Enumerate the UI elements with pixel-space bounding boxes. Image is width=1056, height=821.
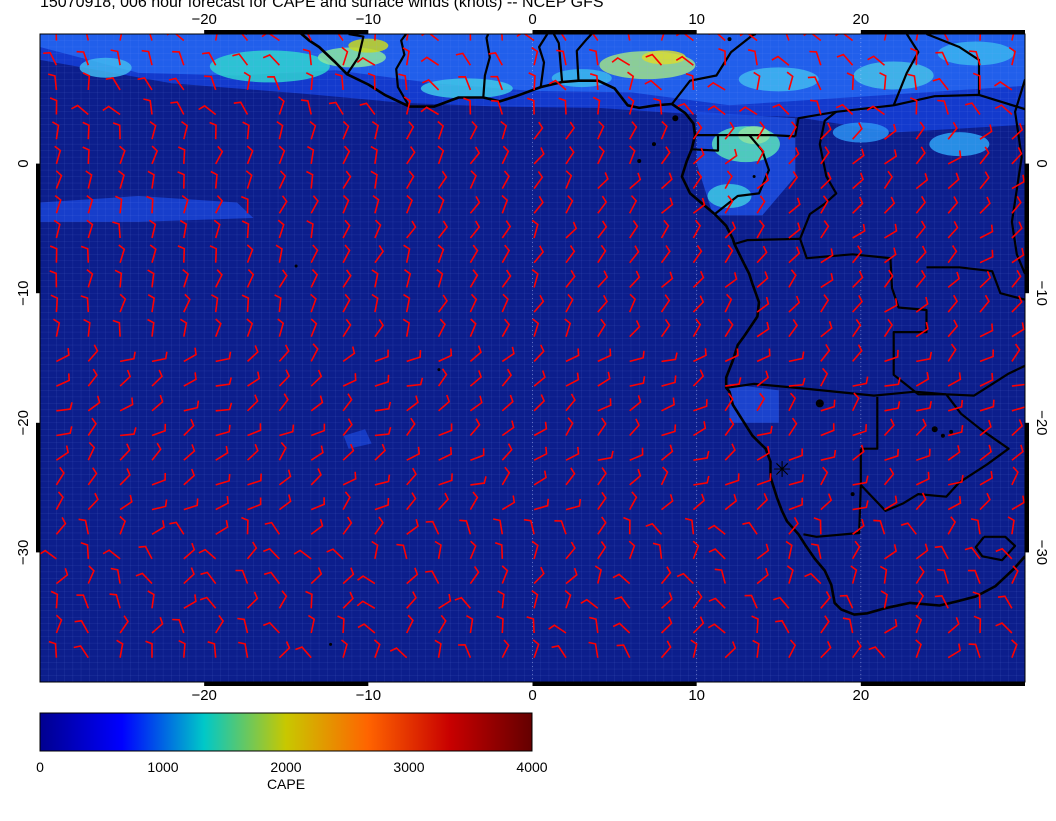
map-panel: ✳ −20 −20 −10 −10 0 0 10 10 20 20 0 0 −10 −10 −20 −20 −3…	[0, 0, 1056, 704]
island-marker	[329, 642, 333, 646]
island-marker	[931, 426, 938, 433]
lat-tick-label-right: −30	[1033, 540, 1050, 565]
calm-marker: ✳	[773, 457, 791, 482]
lon-tick-label-top: 20	[852, 11, 869, 28]
island-marker	[294, 264, 298, 268]
frame-segment	[532, 682, 697, 686]
island-marker	[752, 175, 756, 179]
frame-segment	[532, 30, 697, 34]
lat-tick-label-left: −10	[15, 280, 32, 305]
lon-tick-label-top: −10	[356, 11, 381, 28]
colorbar-gradient	[39, 712, 533, 752]
colorbar-panel: 0 1000 2000 3000 4000 CAPE	[0, 700, 1056, 816]
colorbar-tick-label: 0	[36, 759, 44, 775]
lon-tick-label-bottom: −20	[191, 687, 216, 700]
lon-tick-label-top: 10	[688, 11, 705, 28]
frame-segment	[36, 163, 40, 294]
lon-tick-label-bottom: 0	[528, 687, 536, 700]
colorbar-ticks: 0 1000 2000 3000 4000	[36, 759, 548, 775]
island-marker	[651, 142, 656, 147]
lon-tick-label-top: −20	[191, 11, 216, 28]
lon-tick-label-bottom: 10	[688, 687, 705, 700]
island-marker	[637, 159, 642, 164]
colorbar-tick-label: 1000	[147, 759, 178, 775]
lat-tick-label-left: −30	[15, 540, 32, 565]
frame-segment	[860, 682, 1025, 686]
island-marker	[949, 429, 954, 434]
cape-colorbar: 0 1000 2000 3000 4000 CAPE	[36, 712, 548, 792]
lon-tick-label-bottom: −10	[356, 687, 381, 700]
grid-lines	[40, 34, 1025, 682]
island-marker	[727, 37, 732, 42]
frame-segment	[1025, 422, 1029, 553]
lat-tick-label-left: −20	[15, 410, 32, 435]
colorbar-tick-label: 2000	[270, 759, 301, 775]
island-marker	[437, 368, 441, 372]
frame-segment	[1025, 163, 1029, 294]
island-marker	[850, 492, 855, 497]
island-marker	[672, 115, 679, 122]
colorbar-title: CAPE	[267, 776, 305, 792]
lat-tick-label-right: 0	[1033, 159, 1050, 167]
island-marker	[815, 399, 824, 408]
island-marker	[940, 433, 945, 438]
frame-segment	[36, 422, 40, 553]
frame-segment	[860, 30, 1025, 34]
colorbar-tick-label: 4000	[516, 759, 547, 775]
frame-segment	[204, 30, 369, 34]
lon-tick-label-top: 0	[528, 11, 536, 28]
lat-tick-label-right: −10	[1033, 280, 1050, 305]
lat-tick-label-left: 0	[15, 159, 32, 167]
lon-tick-label-bottom: 20	[852, 687, 869, 700]
frame-segment	[204, 682, 369, 686]
lat-tick-label-right: −20	[1033, 410, 1050, 435]
cape-wind-map: ✳ −20 −20 −10 −10 0 0 10 10 20 20 0 0 −10 −10 −20 −20 −3…	[15, 11, 1050, 704]
colorbar-tick-label: 3000	[393, 759, 424, 775]
